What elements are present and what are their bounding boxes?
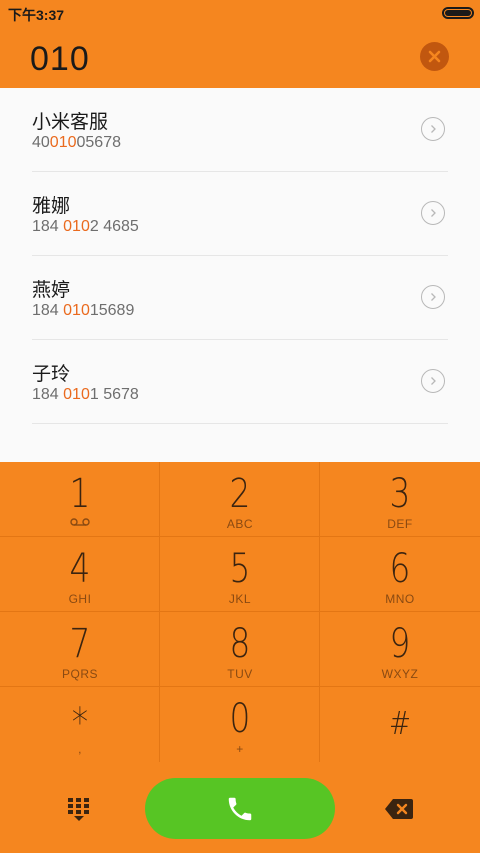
contact-item[interactable]: 小米客服 4001005678 bbox=[32, 88, 448, 172]
key-hash[interactable]: # bbox=[320, 687, 480, 762]
call-button[interactable] bbox=[145, 778, 335, 839]
backspace-icon bbox=[385, 799, 413, 819]
key-8[interactable]: 8 TUV bbox=[160, 612, 320, 687]
key-7[interactable]: 7 PQRS bbox=[0, 612, 160, 687]
contact-name: 燕婷 bbox=[32, 280, 71, 301]
contact-name: 子玲 bbox=[32, 364, 71, 385]
backspace-button[interactable] bbox=[384, 798, 414, 820]
voicemail-icon bbox=[70, 518, 90, 526]
key-6[interactable]: 6 MNO bbox=[320, 537, 480, 612]
status-time: 下午3:37 bbox=[8, 7, 65, 23]
chevron-right-icon bbox=[431, 125, 436, 133]
key-4[interactable]: 4 GHI bbox=[0, 537, 160, 612]
chevron-right-icon bbox=[431, 377, 436, 385]
contact-results: 小米客服 4001005678 雅娜 184 0102 4685 燕婷 184 … bbox=[0, 88, 480, 462]
key-3[interactable]: 3 DEF bbox=[320, 462, 480, 537]
contact-item[interactable]: 燕婷 184 01015689 bbox=[32, 256, 448, 340]
close-icon bbox=[428, 50, 441, 63]
phone-icon bbox=[228, 797, 252, 820]
contact-number: 184 01015689 bbox=[32, 302, 135, 319]
dialpad-icon bbox=[68, 798, 89, 821]
contact-item[interactable]: 雅娜 184 0102 4685 bbox=[32, 172, 448, 256]
bottom-action-bar bbox=[0, 764, 480, 853]
dialed-number-bar: 010 bbox=[0, 26, 480, 88]
key-2[interactable]: 2 ABC bbox=[160, 462, 320, 537]
contact-name: 小米客服 bbox=[32, 112, 109, 133]
contact-item[interactable]: 子玲 184 0101 5678 bbox=[32, 340, 448, 424]
clear-button[interactable] bbox=[420, 42, 449, 71]
dial-keypad: 1 2 ABC 3 DEF 4 GHI 5 JKL 6 MNO 7 PQRS 8… bbox=[0, 462, 480, 764]
battery-icon bbox=[442, 7, 474, 19]
contact-detail-button[interactable] bbox=[421, 117, 445, 141]
contact-detail-button[interactable] bbox=[421, 201, 445, 225]
chevron-right-icon bbox=[431, 293, 436, 301]
key-0[interactable]: 0 + bbox=[160, 687, 320, 762]
chevron-right-icon bbox=[431, 209, 436, 217]
dialed-number: 010 bbox=[30, 40, 90, 78]
key-1[interactable]: 1 bbox=[0, 462, 160, 537]
contact-number: 4001005678 bbox=[32, 134, 121, 151]
key-star[interactable]: * , bbox=[0, 687, 160, 762]
contact-name: 雅娜 bbox=[32, 196, 71, 217]
contact-number: 184 0102 4685 bbox=[32, 218, 139, 235]
key-9[interactable]: 9 WXYZ bbox=[320, 612, 480, 687]
dialpad-toggle-button[interactable] bbox=[66, 796, 92, 822]
status-bar: 下午3:37 bbox=[0, 0, 480, 26]
contact-detail-button[interactable] bbox=[421, 285, 445, 309]
key-5[interactable]: 5 JKL bbox=[160, 537, 320, 612]
contact-number: 184 0101 5678 bbox=[32, 386, 139, 403]
contact-detail-button[interactable] bbox=[421, 369, 445, 393]
